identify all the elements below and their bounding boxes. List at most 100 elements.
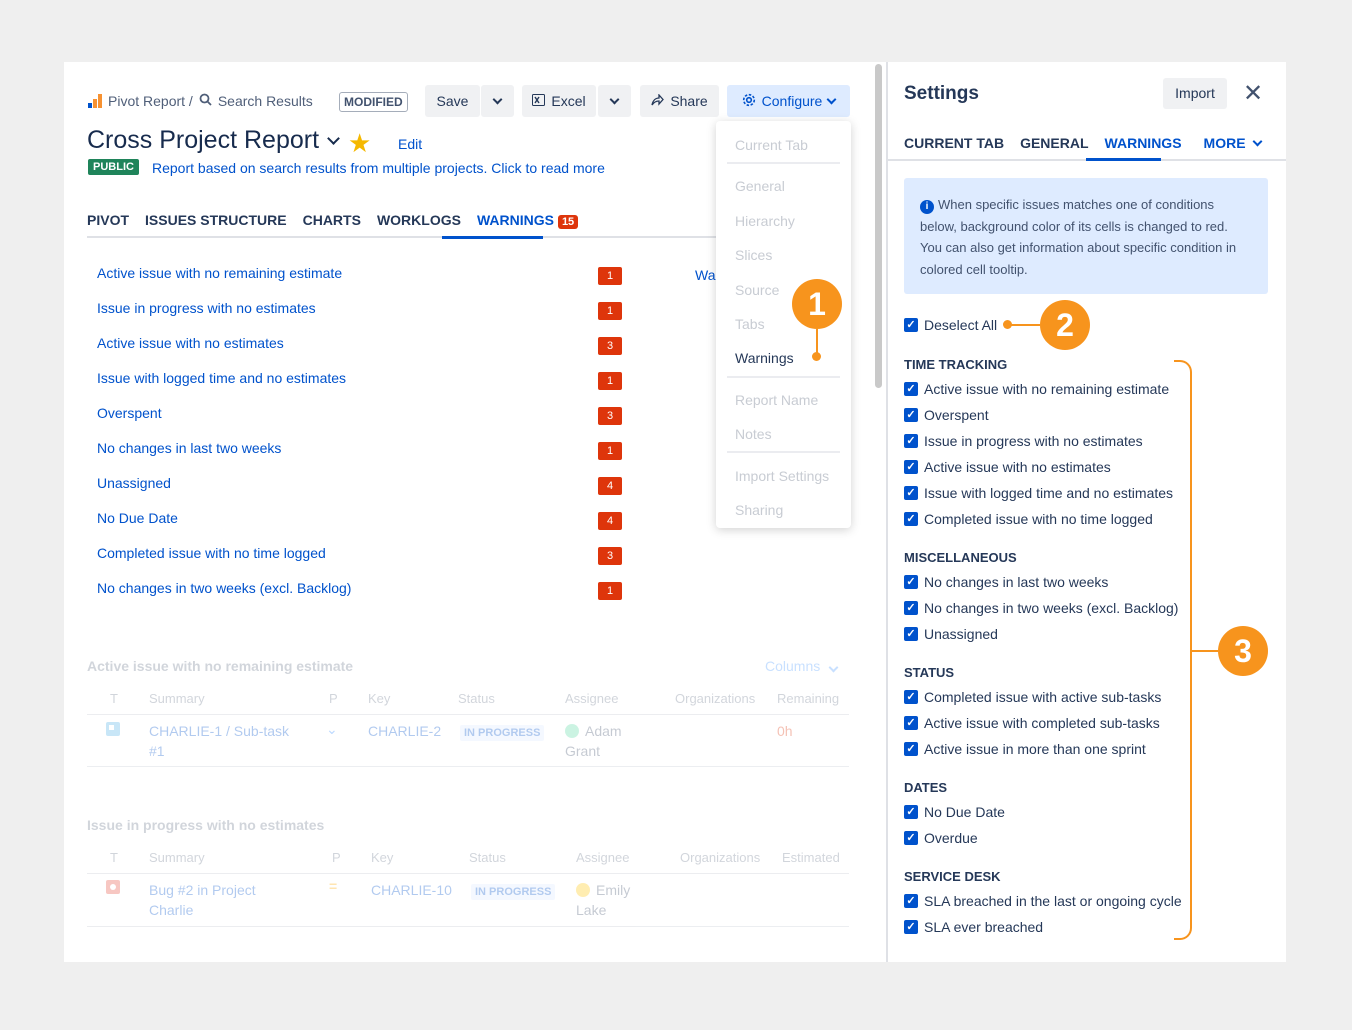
summary-link[interactable]: Bug #2 in Project	[149, 882, 256, 898]
bug-icon	[106, 880, 120, 897]
list-item[interactable]: Unassigned 4	[97, 475, 622, 510]
edit-link[interactable]: Edit	[398, 136, 422, 152]
excel-dropdown-button[interactable]	[598, 85, 631, 117]
list-item[interactable]: No Due Date 4	[97, 510, 622, 545]
checkbox-item[interactable]: ✓ Completed issue with no time logged	[904, 511, 1153, 527]
configure-button[interactable]: Configure	[727, 85, 850, 117]
scrollbar[interactable]	[875, 64, 882, 388]
tab-issues-structure[interactable]: ISSUES STRUCTURE	[145, 212, 287, 228]
tab-worklogs[interactable]: WORKLOGS	[377, 212, 461, 228]
warning-label[interactable]: Completed issue with no time logged	[97, 545, 326, 561]
warning-label[interactable]: No changes in two weeks (excl. Backlog)	[97, 580, 351, 596]
assignee-name: Emily	[596, 882, 631, 898]
key-link[interactable]: CHARLIE-10	[371, 882, 452, 898]
warning-count: 1	[598, 267, 622, 285]
section-heading: Issue in progress with no estimates	[87, 817, 325, 833]
tab-warnings[interactable]: WARNINGS	[1105, 135, 1182, 151]
checkbox-label: Active issue with no estimates	[924, 459, 1111, 475]
tab-charts[interactable]: CHARTS	[303, 212, 361, 228]
warning-label[interactable]: No Due Date	[97, 510, 178, 526]
checkbox-item[interactable]: ✓ No Due Date	[904, 804, 1005, 820]
list-item[interactable]: Overspent 3	[97, 405, 622, 440]
callout-1: 1	[792, 279, 842, 329]
checkbox-item[interactable]: ✓ Active issue with completed sub-tasks	[904, 715, 1160, 731]
summary-link[interactable]: CHARLIE-1 / Sub-task	[149, 723, 289, 739]
menu-item-slices[interactable]: Slices	[735, 247, 772, 263]
checkbox-checked-icon: ✓	[904, 894, 918, 908]
checkbox-checked-icon: ✓	[904, 318, 918, 332]
report-description-link[interactable]: Report based on search results from mult…	[152, 160, 605, 176]
list-item[interactable]: Issue in progress with no estimates 1	[97, 300, 622, 335]
close-icon[interactable]: ✕	[1243, 79, 1263, 108]
tab-warnings-label: WARNINGS	[476, 212, 554, 228]
menu-item-tabs[interactable]: Tabs	[735, 316, 765, 332]
assignee-name-cont: Grant	[565, 743, 601, 759]
star-icon[interactable]: ★	[348, 128, 371, 159]
checkbox-checked-icon: ✓	[904, 805, 918, 819]
save-dropdown-button[interactable]	[481, 85, 514, 117]
warning-label[interactable]: Overspent	[97, 405, 162, 421]
checkbox-item[interactable]: ✓ Active issue with no estimates	[904, 459, 1111, 475]
tab-more[interactable]: MORE	[1204, 135, 1262, 151]
checkbox-item[interactable]: ✓ Issue in progress with no estimates	[904, 433, 1143, 449]
checkbox-item[interactable]: ✓ Unassigned	[904, 626, 998, 642]
list-item[interactable]: Active issue with no remaining estimate 1	[97, 265, 622, 300]
menu-item-hierarchy[interactable]: Hierarchy	[735, 213, 795, 229]
callout-2: 2	[1040, 300, 1090, 350]
columns-dropdown[interactable]: Columns	[765, 658, 839, 674]
tab-pivot[interactable]: PIVOT	[87, 212, 129, 228]
list-item[interactable]: Active issue with no estimates 3	[97, 335, 622, 370]
pivot-logo-icon	[88, 94, 102, 108]
checkbox-label: Overdue	[924, 830, 978, 846]
checkbox-item[interactable]: ✓ No changes in last two weeks	[904, 574, 1108, 590]
warning-count: 4	[598, 512, 622, 530]
menu-item-source[interactable]: Source	[735, 282, 779, 298]
checkbox-item[interactable]: ✓ Active issue in more than one sprint	[904, 741, 1146, 757]
checkbox-item[interactable]: ✓ Issue with logged time and no estimates	[904, 485, 1173, 501]
menu-item-report-name[interactable]: Report Name	[735, 392, 818, 408]
menu-item-sharing[interactable]: Sharing	[735, 502, 783, 518]
checkbox-item[interactable]: ✓ SLA breached in the last or ongoing cyc…	[904, 893, 1182, 909]
tabs-divider	[87, 236, 787, 238]
list-item[interactable]: No changes in two weeks (excl. Backlog) 1	[97, 580, 622, 615]
key-link[interactable]: CHARLIE-2	[368, 723, 441, 739]
warning-label[interactable]: No changes in last two weeks	[97, 440, 281, 456]
warning-label[interactable]: Unassigned	[97, 475, 171, 491]
callout-3: 3	[1218, 626, 1268, 676]
menu-item-general[interactable]: General	[735, 178, 785, 194]
checkbox-item[interactable]: ✓ SLA ever breached	[904, 919, 1043, 935]
tab-general[interactable]: GENERAL	[1020, 135, 1088, 151]
breadcrumb-search-results[interactable]: Search Results	[218, 93, 313, 109]
checkbox-item[interactable]: ✓ Active issue with no remaining estimate	[904, 381, 1169, 397]
summary-link-cont[interactable]: Charlie	[149, 902, 193, 918]
excel-button[interactable]: Excel	[522, 85, 596, 117]
checkbox-item[interactable]: ✓ Overdue	[904, 830, 978, 846]
tab-warnings[interactable]: WARNINGS 15	[476, 212, 579, 229]
gear-icon	[742, 93, 756, 110]
list-item[interactable]: Issue with logged time and no estimates 1	[97, 370, 622, 405]
menu-item-current-tab[interactable]: Current Tab	[735, 137, 808, 153]
assignee-name-cont: Lake	[576, 902, 607, 918]
deselect-all-checkbox[interactable]: ✓ Deselect All	[904, 317, 997, 333]
warning-label[interactable]: Active issue with no estimates	[97, 335, 284, 351]
list-item[interactable]: No changes in last two weeks 1	[97, 440, 622, 475]
warning-label[interactable]: Issue with logged time and no estimates	[97, 370, 346, 386]
checkbox-item[interactable]: ✓ No changes in two weeks (excl. Backlog)	[904, 600, 1178, 616]
import-button[interactable]: Import	[1163, 78, 1227, 109]
warning-label[interactable]: Issue in progress with no estimates	[97, 300, 316, 316]
breadcrumb-pivot-report[interactable]: Pivot Report /	[108, 93, 193, 109]
save-button[interactable]: Save	[425, 85, 480, 117]
summary-link-cont[interactable]: #1	[149, 743, 165, 759]
truncated-link[interactable]: Wa	[695, 267, 715, 283]
menu-item-notes[interactable]: Notes	[735, 426, 772, 442]
tab-current-tab[interactable]: CURRENT TAB	[904, 135, 1004, 151]
report-title[interactable]: Cross Project Report	[87, 126, 340, 155]
menu-item-warnings[interactable]: Warnings	[735, 350, 794, 366]
column-header: Key	[371, 850, 394, 865]
checkbox-item[interactable]: ✓ Overspent	[904, 407, 989, 423]
share-button[interactable]: Share	[640, 85, 719, 117]
warning-label[interactable]: Active issue with no remaining estimate	[97, 265, 342, 281]
list-item[interactable]: Completed issue with no time logged 3	[97, 545, 622, 580]
checkbox-item[interactable]: ✓ Completed issue with active sub-tasks	[904, 689, 1161, 705]
menu-item-import-settings[interactable]: Import Settings	[735, 468, 829, 484]
